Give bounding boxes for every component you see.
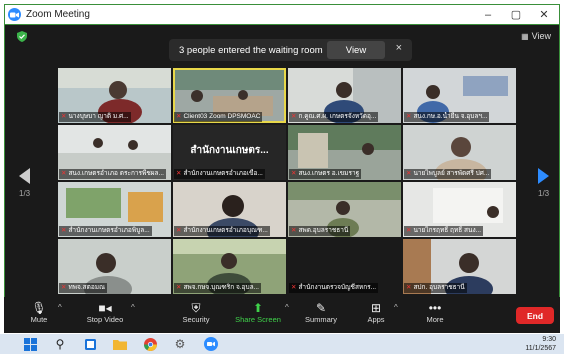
participant-name: ✕ สำนักงานตรวจบัญชีสหกร... [289,283,379,293]
system-clock[interactable]: 9:30 11/1/2567 [525,335,556,353]
participant-display-name: สำนักงานเกษตร... [190,145,269,156]
participant-tile[interactable]: ✕ สำนักงานเกษตรอำเภอพิบูล... [58,182,171,237]
participant-tile[interactable]: ✕ นางบุษบา ญาติ ม.ศ... [58,68,171,123]
zoom-logo-icon [8,8,21,21]
participant-name: ✕ สนง.เกษตรอำเภอ ตระการพืชผล... [59,169,166,179]
stop-video-button[interactable]: ■◂ Stop Video [80,301,130,324]
end-meeting-button[interactable]: End [516,307,554,324]
participant-name: ✕ Client03 Zoom DPSMOAC [174,112,263,122]
participant-name: ✕ ก.คูณ.ศ.ผ. เกษตรจังหวัดอุ... [289,112,379,122]
apps-button[interactable]: ⊞ Apps [360,301,392,324]
screen: Zoom Meeting – ▢ ✕ ▦ View 3 people enter… [0,0,564,354]
participant-name: ✕ นางบุษบา ญาติ ม.ศ... [59,112,131,122]
summary-button[interactable]: ✎ Summary [300,301,342,324]
apps-icon: ⊞ [370,301,382,315]
clock-date: 11/1/2567 [525,345,556,352]
grid-view-icon: ▦ [521,31,529,41]
next-page-arrow-icon[interactable] [538,168,550,184]
participant-tile[interactable]: ✕ ก.คูณ.ศ.ผ. เกษตรจังหวัดอุ... [288,68,401,123]
participant-tile[interactable]: ✕ ทพจ.สตอมณ [58,239,171,294]
participant-tile-no-video[interactable]: ✕ สำนักงานตรวจบัญชีสหกร... [288,239,401,294]
apps-options-chevron-icon[interactable]: ^ [394,303,398,312]
participant-tile[interactable]: ✕ นายไกรฤทธิ์ ฤทธิ์ สนง... [403,182,516,237]
more-button[interactable]: ••• More [420,301,450,324]
microphone-icon: 🎙 [31,301,47,315]
meeting-toolbar: 🎙 Mute ^ ■◂ Stop Video ^ ⛨ Security ⬆ Sh… [4,297,560,333]
participant-name: ✕ สปก. อุบลราชธานี [404,283,467,293]
page-indicator-right: 1/3 [538,189,550,198]
waiting-room-view-button[interactable]: View [327,41,385,59]
participant-tile-no-video[interactable]: สำนักงานเกษตร... ✕ สำนักงานเกษตรอำเภอเขื่… [173,125,286,180]
windows-start-icon[interactable] [22,336,38,352]
participant-tile[interactable]: ✕ สนง.เกษตรอำเภอ ตระการพืชผล... [58,125,171,180]
waiting-room-text: 3 people entered the waiting room [179,44,323,56]
page-indicator-left: 1/3 [19,189,31,198]
settings-gear-icon[interactable]: ⚙ [172,336,188,352]
shield-icon: ⛨ [191,301,201,315]
participant-tile[interactable]: ✕ นายไพบูลย์ สารพัดศรี ปศ... [403,125,516,180]
waiting-room-notification: 3 people entered the waiting room View × [169,39,412,61]
windows-taskbar: ⚲ ⚙ 9:30 11/1/2567 [0,334,564,354]
search-icon[interactable]: ⚲ [52,336,68,352]
meeting-area: ▦ View 3 people entered the waiting room… [4,25,560,333]
participant-tile[interactable]: ✕ สพจ.กษจ.บุณฑริก จ.อุบล... [173,239,286,294]
minimize-button[interactable]: – [475,5,501,24]
view-layout-button[interactable]: ▦ View [521,31,551,41]
share-options-chevron-icon[interactable]: ^ [285,303,289,312]
participant-name: ✕ สำนักงานเกษตรอำเภอบุณฑ... [174,226,270,236]
mute-button[interactable]: 🎙 Mute [24,301,54,324]
security-shield-icon[interactable] [17,31,27,42]
participant-tile-active[interactable]: ✕ Client03 Zoom DPSMOAC [173,68,286,123]
clock-time: 9:30 [542,336,556,343]
window-title: Zoom Meeting [26,9,90,20]
participant-tile[interactable]: ✕ สปก. อุบลราชธานี [403,239,516,294]
video-camera-icon: ■◂ [98,301,112,315]
summary-icon: ✎ [315,301,327,315]
file-explorer-icon[interactable] [112,336,128,352]
video-options-chevron-icon[interactable]: ^ [131,303,135,312]
zoom-taskbar-icon[interactable] [203,336,219,352]
previous-page-arrow-icon[interactable] [19,168,31,184]
participant-tile[interactable]: ✕ สพด.อุบลราชธานี [288,182,401,237]
participant-name: ✕ สพด.อุบลราชธานี [289,226,351,236]
participant-name: ✕ สนง.เกษตร อ.เขมราฐ [289,169,362,179]
participant-name: ✕ สำนักงานเกษตรอำเภอพิบูล... [59,226,152,236]
view-layout-label: View [531,31,551,41]
participant-tile[interactable]: ✕ สนง.เกษตร อ.เขมราฐ [288,125,401,180]
task-view-icon[interactable] [82,336,98,352]
maximize-button[interactable]: ▢ [503,5,529,24]
security-button[interactable]: ⛨ Security [176,301,216,324]
participant-name: ✕ สนง.กษ.อ.น้ำยืน จ.อุบลฯ... [404,112,490,122]
audio-options-chevron-icon[interactable]: ^ [58,303,62,312]
participant-name: ✕ สำนักงานเกษตรอำเภอเขื่อ... [174,169,265,179]
participant-tile[interactable]: ✕ สนง.กษ.อ.น้ำยืน จ.อุบลฯ... [403,68,516,123]
title-bar: Zoom Meeting – ▢ ✕ [4,4,560,25]
participant-name: ✕ นายไพบูลย์ สารพัดศรี ปศ... [404,169,492,179]
share-screen-icon: ⬆ [252,301,264,315]
participant-tile[interactable]: ✕ สำนักงานเกษตรอำเภอบุณฑ... [173,182,286,237]
more-dots-icon: ••• [428,301,442,315]
notification-close-icon[interactable]: × [396,42,402,54]
participant-name: ✕ ทพจ.สตอมณ [59,283,108,293]
share-screen-button[interactable]: ⬆ Share Screen [231,301,285,324]
participant-name: ✕ สพจ.กษจ.บุณฑริก จ.อุบล... [174,283,261,293]
participant-name: ✕ นายไกรฤทธิ์ ฤทธิ์ สนง... [404,226,484,236]
chrome-browser-icon[interactable] [142,336,158,352]
close-window-button[interactable]: ✕ [531,5,557,24]
